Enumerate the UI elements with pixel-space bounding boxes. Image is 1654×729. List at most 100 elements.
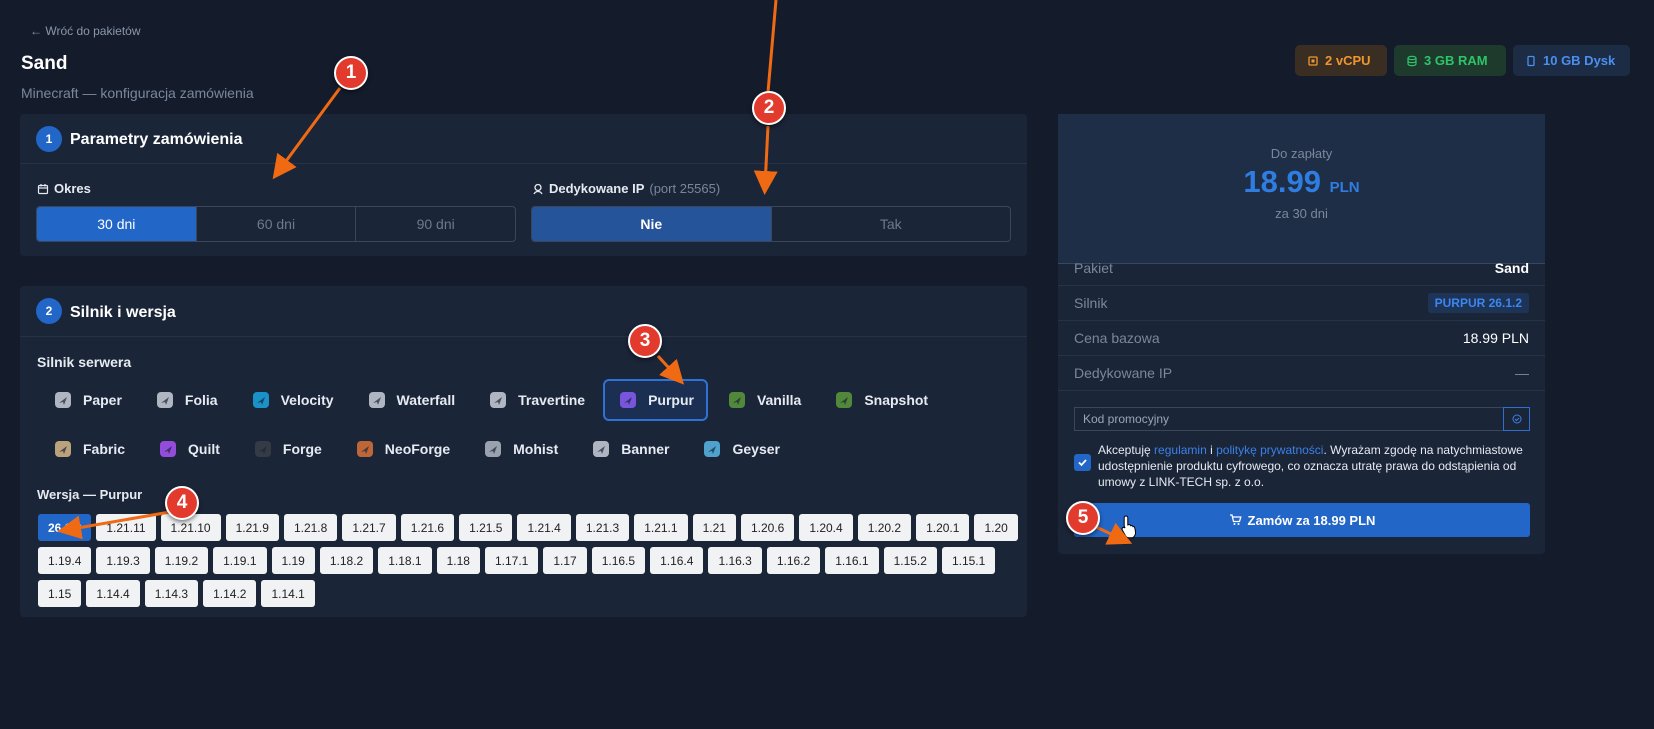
card-title: Silnik i wersja bbox=[70, 304, 176, 321]
disk-icon bbox=[1527, 55, 1535, 66]
promo-code-input[interactable]: Kod promocyjny bbox=[1074, 407, 1530, 431]
version-option[interactable]: 1.21.8 bbox=[283, 514, 338, 541]
version-list: 26.1.2 1.21.11 1.21.10 1.21.9 1.21.8 1.21.7 1.… bbox=[38, 514, 1018, 607]
version-option[interactable]: 1.21.3 bbox=[575, 514, 630, 541]
version-option[interactable]: 1.21.7 bbox=[342, 514, 396, 541]
divider bbox=[20, 336, 1027, 337]
version-option[interactable]: 1.15.2 bbox=[883, 547, 937, 574]
version-option[interactable]: 1.14.1 bbox=[261, 580, 315, 607]
map-pin-icon bbox=[533, 183, 543, 194]
version-option[interactable]: 1.18.1 bbox=[378, 547, 432, 574]
version-option[interactable]: 1.19 bbox=[271, 547, 315, 574]
callout-4: 4 bbox=[165, 486, 199, 520]
terms-link[interactable]: regulamin bbox=[1154, 443, 1207, 457]
engine-option-folia[interactable]: Folia bbox=[140, 379, 232, 421]
period-option-60[interactable]: 60 dni bbox=[197, 207, 357, 241]
version-option[interactable]: 1.21.6 bbox=[400, 514, 455, 541]
purpur-icon bbox=[617, 389, 639, 411]
database-icon bbox=[1407, 55, 1417, 66]
engine-option-travertine[interactable]: Travertine bbox=[473, 379, 599, 421]
version-option[interactable]: 1.20.2 bbox=[857, 514, 912, 541]
version-option[interactable]: 1.15.1 bbox=[941, 547, 996, 574]
version-option[interactable]: 1.18.2 bbox=[319, 547, 374, 574]
forge-icon bbox=[252, 438, 274, 460]
arrow-top bbox=[766, 0, 778, 93]
version-option[interactable]: 1.20.6 bbox=[740, 514, 795, 541]
period-option-30[interactable]: 30 dni bbox=[37, 207, 197, 241]
version-option[interactable]: 1.20.1 bbox=[916, 514, 970, 541]
version-option[interactable]: 1.19.4 bbox=[38, 547, 92, 574]
order-button[interactable]: Zamów za 18.99 PLN bbox=[1074, 503, 1530, 537]
engine-option-vanilla[interactable]: Vanilla bbox=[712, 379, 815, 421]
due-amount: 18.99 PLN bbox=[1058, 164, 1545, 200]
engine-option-waterfall[interactable]: Waterfall bbox=[352, 379, 470, 421]
version-option[interactable]: 1.14.4 bbox=[86, 580, 140, 607]
version-option[interactable]: 1.14.2 bbox=[203, 580, 257, 607]
engine-option-quilt[interactable]: Quilt bbox=[143, 428, 234, 470]
engine-option-paper[interactable]: Paper bbox=[38, 379, 136, 421]
step-badge: 1 bbox=[36, 126, 62, 152]
engine-option-geyser[interactable]: Geyser bbox=[687, 428, 793, 470]
version-option[interactable]: 1.20.4 bbox=[799, 514, 853, 541]
consent-checkbox[interactable] bbox=[1074, 454, 1091, 471]
engine-option-velocity[interactable]: Velocity bbox=[236, 379, 348, 421]
engine-option-forge[interactable]: Forge bbox=[238, 428, 336, 470]
order-params-card: 1 Parametry zamówienia Okres 30 dni 60 d… bbox=[20, 114, 1027, 256]
promo-apply-button[interactable] bbox=[1503, 407, 1530, 431]
fabric-icon bbox=[52, 438, 74, 460]
engine-option-banner[interactable]: Banner bbox=[576, 428, 683, 470]
check-circle-icon bbox=[1512, 414, 1521, 424]
resource-badge-cpu: 2 vCPU bbox=[1295, 45, 1387, 76]
version-option[interactable]: 1.17 bbox=[543, 547, 587, 574]
engine-label: NeoForge bbox=[384, 441, 451, 457]
snapshot-icon bbox=[833, 389, 855, 411]
row-key: Dedykowane IP bbox=[1074, 364, 1173, 381]
velocity-icon bbox=[250, 389, 272, 411]
version-option[interactable]: 1.14.3 bbox=[144, 580, 199, 607]
paper-icon bbox=[52, 389, 74, 411]
ip-option-yes[interactable]: Tak bbox=[772, 207, 1011, 241]
version-option[interactable]: 1.17.1 bbox=[484, 547, 539, 574]
version-option[interactable]: 1.19.3 bbox=[96, 547, 150, 574]
version-option[interactable]: 1.16.3 bbox=[708, 547, 762, 574]
engine-option-snapshot[interactable]: Snapshot bbox=[819, 379, 942, 421]
summary-row-dedicated-ip: Dedykowane IP — bbox=[1058, 355, 1545, 391]
ip-label-text: Dedykowane IP bbox=[549, 181, 645, 196]
back-link[interactable]: ← Wróć do pakietów bbox=[30, 24, 141, 38]
version-option[interactable]: 1.15 bbox=[38, 580, 82, 607]
version-option[interactable]: 1.21.1 bbox=[634, 514, 688, 541]
version-option[interactable]: 1.21.5 bbox=[459, 514, 513, 541]
version-option[interactable]: 1.21.4 bbox=[517, 514, 571, 541]
version-option[interactable]: 26.1.2 bbox=[38, 514, 92, 541]
version-option[interactable]: 1.20 bbox=[974, 514, 1018, 541]
engine-label: Fabric bbox=[83, 441, 126, 457]
engine-list-row1: Paper Folia Velocity Waterfall Travertine Pur… bbox=[38, 379, 942, 421]
version-option[interactable]: 1.21.10 bbox=[160, 514, 221, 541]
version-option[interactable]: 1.16.1 bbox=[825, 547, 879, 574]
period-option-90[interactable]: 90 dni bbox=[356, 207, 515, 241]
version-option[interactable]: 1.19.2 bbox=[154, 547, 209, 574]
engine-option-fabric[interactable]: Fabric bbox=[38, 428, 139, 470]
version-option[interactable]: 1.21.9 bbox=[225, 514, 279, 541]
version-option[interactable]: 1.16.4 bbox=[650, 547, 704, 574]
privacy-link[interactable]: politykę prywatności bbox=[1216, 443, 1323, 457]
engine-option-purpur[interactable]: Purpur bbox=[603, 379, 708, 421]
cart-icon bbox=[1229, 514, 1242, 525]
engine-pill: PURPUR 26.1.2 bbox=[1427, 292, 1529, 313]
summary-header: Do zapłaty 18.99 PLN za 30 dni bbox=[1058, 114, 1545, 264]
cpu-icon bbox=[1308, 55, 1318, 66]
summary-row-engine: Silnik PURPUR 26.1.2 bbox=[1058, 285, 1545, 321]
version-option[interactable]: 1.18 bbox=[436, 547, 480, 574]
neoforge-icon bbox=[354, 438, 376, 460]
version-option[interactable]: 1.16.2 bbox=[766, 547, 821, 574]
ip-option-no[interactable]: Nie bbox=[532, 207, 772, 241]
version-label: Wersja — Purpur bbox=[37, 487, 143, 502]
version-option[interactable]: 1.16.5 bbox=[591, 547, 646, 574]
engine-option-mohist[interactable]: Mohist bbox=[468, 428, 572, 470]
row-key: Pakiet bbox=[1074, 259, 1113, 276]
version-option[interactable]: 1.21 bbox=[692, 514, 736, 541]
folia-icon bbox=[154, 389, 176, 411]
engine-option-neoforge[interactable]: NeoForge bbox=[340, 428, 464, 470]
version-option[interactable]: 1.19.1 bbox=[213, 547, 267, 574]
version-option[interactable]: 1.21.11 bbox=[96, 514, 156, 541]
